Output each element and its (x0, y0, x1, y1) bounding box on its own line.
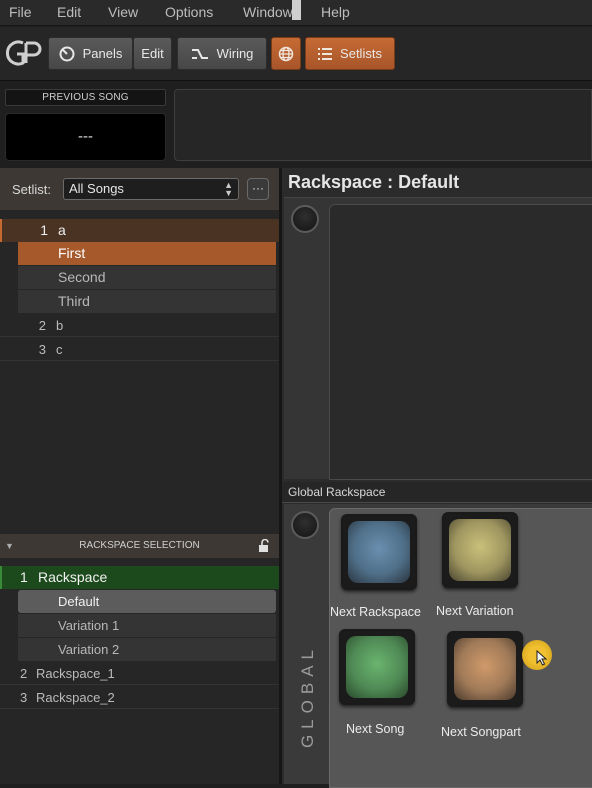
song-part-name: Second (58, 269, 106, 285)
panels-button[interactable]: Panels (48, 37, 133, 70)
song-part-name: First (58, 245, 86, 261)
pad-light (348, 521, 410, 583)
rackspace-panel (284, 197, 592, 480)
pad-light (449, 519, 511, 581)
song-name: b (56, 318, 64, 333)
panels-label: Panels (82, 46, 123, 61)
song-number: 1 (40, 222, 48, 238)
setlist-selected: All Songs (69, 181, 124, 196)
unlock-icon[interactable] (258, 539, 270, 552)
list-icon (318, 47, 333, 60)
next-songpart-label: Next Songpart (441, 725, 521, 739)
rackspace-selection-header: ▼ RACKSPACE SELECTION (0, 534, 279, 558)
menu-window[interactable]: Window (243, 4, 293, 20)
rackspace-number: 1 (20, 569, 28, 585)
song-name: a (58, 222, 66, 238)
globe-button[interactable] (271, 37, 301, 70)
setlists-button[interactable]: Setlists (305, 37, 395, 70)
song-part-row-first[interactable]: First (18, 242, 276, 265)
next-song-label: Next Song (346, 722, 405, 736)
next-rackspace-pad[interactable] (341, 514, 417, 590)
pad-light (454, 638, 516, 700)
global-rackspace-canvas: Next Rackspace Next Variation Next Song … (329, 508, 592, 788)
rackspace-title: Rackspace : Default (288, 172, 460, 192)
edit-label: Edit (141, 46, 164, 61)
rack-screw-knob (291, 511, 319, 539)
variation-row-default[interactable]: Default (18, 590, 276, 613)
variation-name: Variation 2 (58, 642, 120, 657)
song-name: c (56, 342, 63, 357)
previous-song-display[interactable]: --- (5, 113, 166, 161)
variation-name: Variation 1 (58, 618, 120, 633)
setlist-label: Setlist: (12, 182, 52, 197)
rackspace-row-2[interactable]: 2 Rackspace_1 (0, 662, 279, 685)
rack-screw-knob (291, 205, 319, 233)
setlist-more-button[interactable]: ··· (247, 178, 269, 200)
wiring-button[interactable]: Wiring (177, 37, 267, 70)
globe-icon (278, 46, 294, 61)
setlist-bar: Setlist: All Songs ▲ ▼ ··· (0, 168, 279, 210)
song-part-name: Third (58, 293, 90, 309)
song-row-b[interactable]: 2 b (0, 314, 279, 337)
collapse-triangle-icon[interactable]: ▼ (5, 534, 14, 558)
app-logo-icon (6, 40, 42, 66)
rackspace-number: 2 (20, 666, 28, 681)
variation-row-2[interactable]: Variation 2 (18, 638, 276, 661)
setlist-select[interactable]: All Songs ▲ ▼ (63, 178, 239, 200)
rackspace-selection-title: RACKSPACE SELECTION (79, 540, 200, 551)
menu-help[interactable]: Help (321, 4, 350, 20)
edit-button[interactable]: Edit (133, 37, 172, 70)
next-rackspace-label: Next Rackspace (330, 605, 422, 619)
song-part-row-third[interactable]: Third (18, 290, 276, 313)
rackspace-name: Rackspace_2 (36, 690, 115, 705)
menu-bar: File Edit View Options Window Help (0, 0, 592, 26)
mouse-pointer-icon (536, 650, 548, 666)
wiring-label: Wiring (216, 46, 254, 61)
setlist-panel: Setlist: All Songs ▲ ▼ ··· 1 a First Seco… (0, 168, 279, 784)
rackspace-row-1[interactable]: 1 Rackspace (0, 566, 279, 589)
wiring-icon (191, 47, 209, 61)
global-rackspace-panel: GLOBAL Next Rackspace Next Variation Nex… (284, 504, 592, 788)
menu-options[interactable]: Options (165, 4, 213, 20)
pad-light (346, 636, 408, 698)
song-number: 2 (38, 318, 46, 333)
rackspace-area: Rackspace : Default Global Rackspace GLO… (282, 168, 592, 788)
rackspace-canvas[interactable] (329, 204, 592, 480)
next-variation-pad[interactable] (442, 512, 518, 588)
next-songpart-pad[interactable] (447, 631, 523, 707)
menu-edit[interactable]: Edit (57, 4, 81, 20)
rackspace-number: 3 (20, 690, 28, 705)
next-song-pad[interactable] (339, 629, 415, 705)
panels-knob-icon (59, 46, 75, 62)
song-row-c[interactable]: 3 c (0, 338, 279, 361)
text-cursor-overlay (292, 0, 301, 20)
global-rackspace-label: Global Rackspace (282, 482, 592, 503)
rackspace-name: Rackspace (38, 569, 108, 585)
updown-arrow-icon: ▲ ▼ (224, 180, 233, 198)
song-number: 3 (38, 342, 46, 357)
current-song-display[interactable] (174, 89, 592, 161)
variation-name: Default (58, 594, 100, 609)
next-variation-label: Next Variation (436, 604, 514, 618)
menu-file[interactable]: File (9, 4, 32, 20)
toolbar: Panels Edit Wiring Setlists (0, 27, 592, 81)
rackspace-row-3[interactable]: 3 Rackspace_2 (0, 686, 279, 709)
variation-row-1[interactable]: Variation 1 (18, 614, 276, 637)
rackspace-name: Rackspace_1 (36, 666, 115, 681)
setlists-label: Setlists (340, 46, 382, 61)
menu-view[interactable]: View (108, 4, 138, 20)
song-part-row-second[interactable]: Second (18, 266, 276, 289)
previous-song-label: PREVIOUS SONG (5, 89, 166, 106)
global-vertical-label: GLOBAL (298, 644, 317, 749)
song-row-a[interactable]: 1 a (0, 219, 279, 242)
